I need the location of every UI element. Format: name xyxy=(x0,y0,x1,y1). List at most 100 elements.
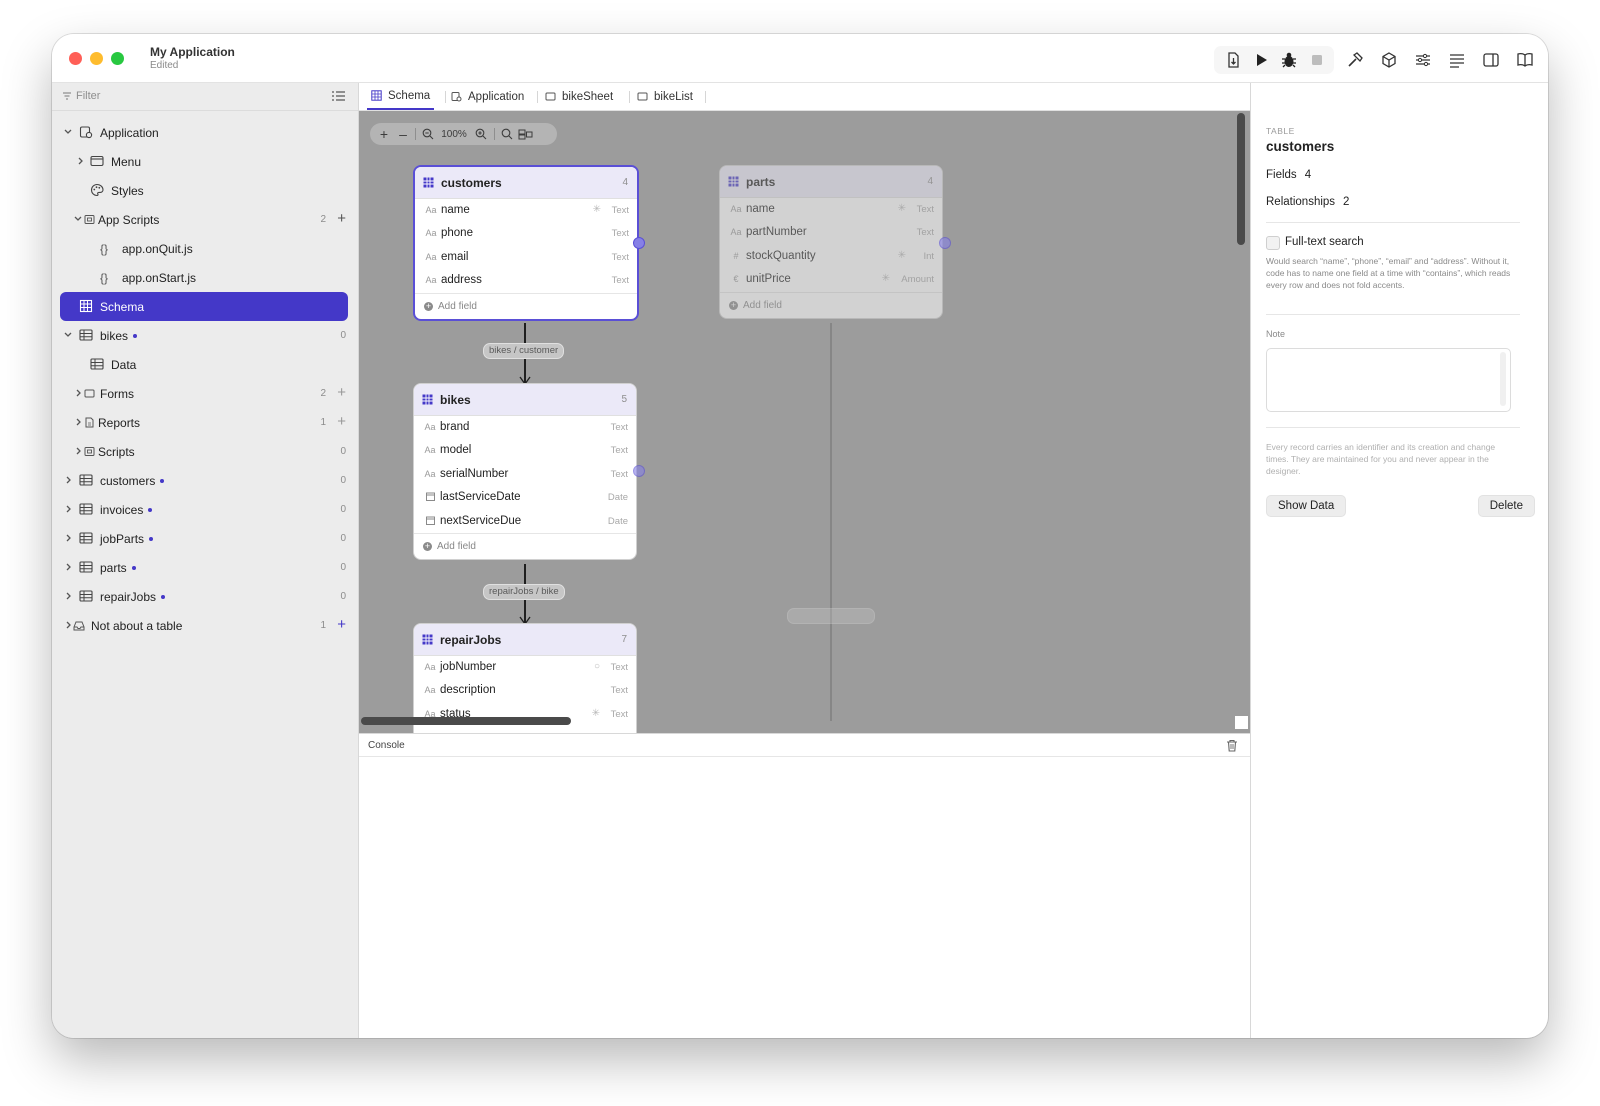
tab-bikesheet[interactable]: bikeSheet xyxy=(545,83,613,110)
sidebar-item-scripts[interactable]: Scripts 0 xyxy=(52,437,358,466)
play-icon[interactable] xyxy=(1248,48,1274,72)
sidebar-item-forms[interactable]: Forms 2 + xyxy=(52,379,358,408)
field-row[interactable]: Aa description Text xyxy=(414,679,636,702)
chevron-down-icon[interactable] xyxy=(64,127,72,137)
remove-icon[interactable]: – xyxy=(395,126,411,142)
sidebar-item-schema[interactable]: Schema xyxy=(60,292,348,321)
layout-icon[interactable] xyxy=(515,129,535,140)
relationship-label[interactable]: repairJobs / bike xyxy=(483,584,565,600)
chevron-down-icon[interactable] xyxy=(64,330,72,340)
sidebar-item-invoices[interactable]: invoices 0 xyxy=(52,495,358,524)
book-icon[interactable] xyxy=(1512,48,1538,72)
trash-icon[interactable] xyxy=(1226,739,1238,752)
add-field-button[interactable]: + Add field xyxy=(415,292,637,319)
chevron-right-icon[interactable] xyxy=(64,562,72,572)
sidebar-item-jobparts[interactable]: jobParts 0 xyxy=(52,524,358,553)
export-icon[interactable] xyxy=(1220,48,1246,72)
chevron-right-icon[interactable] xyxy=(64,533,72,543)
relationship-label[interactable]: bikes / customer xyxy=(483,343,565,359)
hammer-icon[interactable] xyxy=(1342,48,1368,72)
horizontal-scrollbar[interactable] xyxy=(361,717,571,725)
note-scrollbar[interactable] xyxy=(1500,352,1506,406)
sidebar-item-data[interactable]: Data xyxy=(52,350,358,379)
relation-handle[interactable] xyxy=(939,237,951,249)
note-textarea[interactable] xyxy=(1266,348,1511,412)
field-row[interactable]: Aa model Text xyxy=(414,439,636,462)
add-field-button[interactable]: + Add field xyxy=(414,532,636,559)
stop-icon[interactable] xyxy=(1304,48,1330,72)
field-row[interactable]: € unitPrice ✳ Amount xyxy=(720,268,942,291)
sidebar-item-app-onstart[interactable]: {} app.onStart.js xyxy=(52,263,358,292)
add-script-button[interactable]: + xyxy=(337,210,346,227)
chevron-right-icon[interactable] xyxy=(64,620,72,630)
schema-canvas[interactable]: + – 100% customers 4 Aa name ✳ Text Aa phone… xyxy=(359,111,1250,733)
add-field-button[interactable]: + Add field xyxy=(720,291,942,318)
add-item-button[interactable]: + xyxy=(337,616,346,633)
field-row[interactable]: Aa jobNumber ○ Text xyxy=(414,656,636,679)
tab-application[interactable]: Application xyxy=(451,83,524,110)
chevron-right-icon[interactable] xyxy=(76,156,84,166)
text-align-icon[interactable] xyxy=(1444,48,1470,72)
chevron-right-icon[interactable] xyxy=(64,591,72,601)
tab-schema[interactable]: Schema xyxy=(367,83,435,110)
chevron-right-icon[interactable] xyxy=(74,388,82,398)
chevron-right-icon[interactable] xyxy=(74,417,82,427)
table-card-header[interactable]: bikes 5 xyxy=(414,384,636,416)
sidebar-item-app-scripts[interactable]: App Scripts 2 + xyxy=(52,205,358,234)
full-text-search-checkbox[interactable] xyxy=(1266,236,1280,250)
chevron-right-icon[interactable] xyxy=(64,504,72,514)
tab-bikelist[interactable]: bikeList xyxy=(637,83,693,110)
field-row[interactable]: Aa serialNumber Text xyxy=(414,463,636,486)
add-form-button[interactable]: + xyxy=(337,384,346,401)
add-report-button[interactable]: + xyxy=(337,413,346,430)
field-row[interactable]: Aa email Text xyxy=(415,246,637,269)
field-row[interactable]: Aa partNumber Text xyxy=(720,221,942,244)
sidebar-item-customers[interactable]: customers 0 xyxy=(52,466,358,495)
zoom-fit-icon[interactable] xyxy=(499,128,515,140)
field-row[interactable]: Aa address Text xyxy=(415,269,637,292)
field-row[interactable]: # stockQuantity ✳ Int xyxy=(720,245,942,268)
table-card-header[interactable]: customers 4 xyxy=(415,167,637,199)
add-icon[interactable]: + xyxy=(373,126,395,142)
relation-handle[interactable] xyxy=(633,465,645,477)
bug-icon[interactable] xyxy=(1276,48,1302,72)
vertical-scrollbar[interactable] xyxy=(1237,113,1245,245)
chevron-right-icon[interactable] xyxy=(74,446,82,456)
zoom-window-button[interactable] xyxy=(111,52,124,65)
sidebar-item-reports[interactable]: Reports 1 + xyxy=(52,408,358,437)
sidebar-item-app-onquit[interactable]: {} app.onQuit.js xyxy=(52,234,358,263)
table-card-parts[interactable]: parts 4 Aa name ✳ Text Aa partNumber Text # st… xyxy=(719,165,943,319)
table-card-customers[interactable]: customers 4 Aa name ✳ Text Aa phone Text Aa em… xyxy=(413,165,639,321)
minimize-window-button[interactable] xyxy=(90,52,103,65)
sidebar-item-menu[interactable]: Menu xyxy=(52,147,358,176)
table-card-bikes[interactable]: bikes 5 Aa brand Text Aa model Text Aa serial… xyxy=(413,383,637,560)
field-row[interactable]: Aa brand Text xyxy=(414,416,636,439)
zoom-in-icon[interactable] xyxy=(472,128,490,140)
sidebar-item-parts[interactable]: parts 0 xyxy=(52,553,358,582)
close-window-button[interactable] xyxy=(69,52,82,65)
sidebar-item-not-about-a-table[interactable]: Not about a table 1 + xyxy=(52,611,358,640)
table-card-header[interactable]: parts 4 xyxy=(720,166,942,198)
filter-bar[interactable]: Filter xyxy=(52,83,358,111)
sliders-icon[interactable] xyxy=(1410,48,1436,72)
field-row[interactable]: lastServiceDate Date xyxy=(414,486,636,509)
zoom-out-icon[interactable] xyxy=(420,128,436,140)
table-card-header[interactable]: repairJobs 7 xyxy=(414,624,636,656)
field-row[interactable]: Aa name ✳ Text xyxy=(720,198,942,221)
full-text-search-label[interactable]: Full-text search xyxy=(1285,236,1364,248)
filter-input[interactable]: Filter xyxy=(76,90,100,102)
relation-handle[interactable] xyxy=(633,237,645,249)
field-row[interactable]: Aa phone Text xyxy=(415,222,637,245)
chevron-right-icon[interactable] xyxy=(64,475,72,485)
package-icon[interactable] xyxy=(1376,48,1402,72)
list-options-icon[interactable] xyxy=(331,89,346,103)
sidebar-item-styles[interactable]: Styles xyxy=(52,176,358,205)
field-row[interactable]: Aa name ✳ Text xyxy=(415,199,637,222)
chevron-down-icon[interactable] xyxy=(74,214,82,224)
sidebar-item-application[interactable]: Application xyxy=(52,118,358,147)
field-row[interactable]: nextServiceDue Date xyxy=(414,510,636,533)
delete-button[interactable]: Delete xyxy=(1477,495,1535,517)
sidebar-toggle-icon[interactable] xyxy=(1478,48,1504,72)
sidebar-item-repairjobs[interactable]: repairJobs 0 xyxy=(52,582,358,611)
show-data-button[interactable]: Show Data xyxy=(1266,495,1347,517)
